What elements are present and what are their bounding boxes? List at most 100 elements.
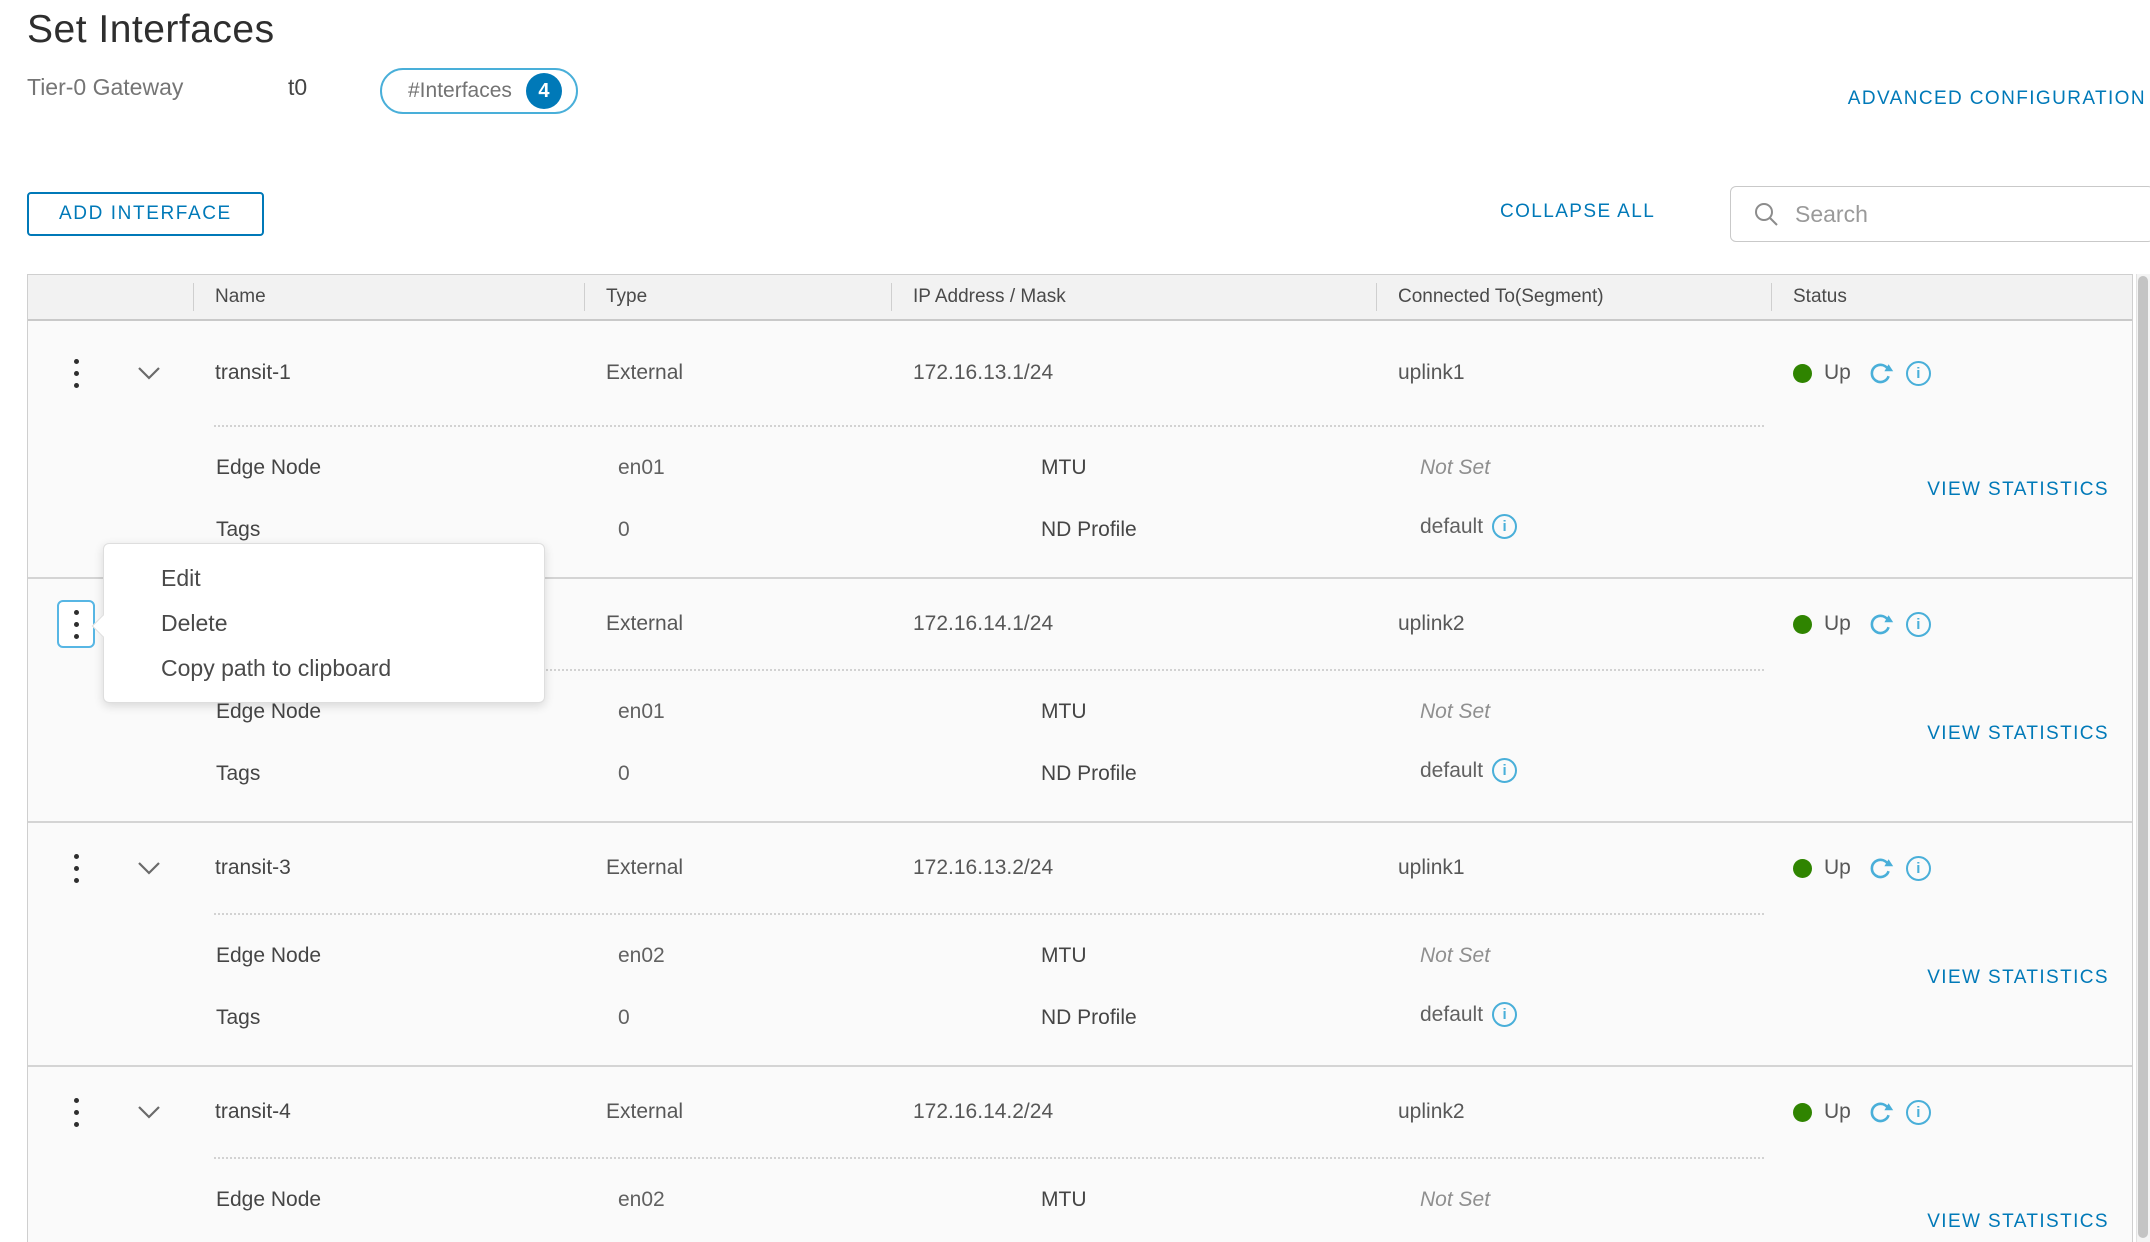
add-interface-button[interactable]: ADD INTERFACE [27,192,264,236]
nd-profile-label: ND Profile [1041,762,1137,786]
info-icon[interactable] [1492,1002,1517,1027]
edge-node-value: en01 [618,700,665,724]
page-title: Set Interfaces [27,8,275,52]
status-up-dot [1793,859,1812,878]
interface-name: transit-3 [193,856,584,880]
badge-label: #Interfaces [408,79,512,103]
breadcrumb: Tier-0 Gateway t0 [27,74,183,101]
status-text: Up [1824,1100,1851,1124]
interface-status: Up [1771,360,2132,387]
status-text: Up [1824,361,1851,385]
table-row: transit-1 External 172.16.13.1/24 uplink… [28,321,2132,425]
interface-name: transit-1 [193,361,584,385]
interface-type: External [584,1100,891,1124]
mtu-value: Not Set [1420,700,1490,724]
chevron-down-icon[interactable] [137,861,161,875]
mtu-label: MTU [1041,944,1087,968]
interfaces-count-badge[interactable]: #Interfaces 4 [380,68,578,114]
interface-group-transit-3: transit-3 External 172.16.13.2/24 uplink… [28,823,2132,1067]
edge-node-value: en01 [618,456,665,480]
column-header-status: Status [1771,275,2132,319]
interface-connected-to: uplink2 [1376,1100,1771,1124]
edge-node-label: Edge Node [216,456,321,480]
row-divider [214,1157,1764,1159]
table-header-row: Name Type IP Address / Mask Connected To… [28,275,2132,321]
kebab-menu-icon[interactable] [57,1088,95,1136]
search-icon [1753,201,1779,227]
info-icon[interactable] [1492,514,1517,539]
tags-label: Tags [216,762,260,786]
context-menu: Edit Delete Copy path to clipboard [103,543,545,703]
status-up-dot [1793,1103,1812,1122]
mtu-label: MTU [1041,700,1087,724]
kebab-menu-icon[interactable] [57,349,95,397]
nd-profile-label: ND Profile [1041,518,1137,542]
tags-value: 0 [618,518,630,542]
interface-ip: 172.16.13.2/24 [891,856,1376,880]
column-header-connected-to: Connected To(Segment) [1376,275,1771,319]
kebab-menu-icon[interactable] [57,600,95,648]
row-divider [214,425,1764,427]
info-icon[interactable] [1906,1100,1931,1125]
nd-profile-label: ND Profile [1041,1006,1137,1030]
edge-node-value: en02 [618,944,665,968]
nd-profile-value-wrap: default [1420,514,1517,539]
mtu-value: Not Set [1420,944,1490,968]
view-statistics-link[interactable]: VIEW STATISTICS [1927,1211,2109,1233]
refresh-icon[interactable] [1867,611,1894,638]
interface-type: External [584,856,891,880]
info-icon[interactable] [1906,612,1931,637]
interface-name: transit-4 [193,1100,584,1124]
chevron-down-icon[interactable] [137,366,161,380]
scrollbar-thumb[interactable] [2138,276,2148,1238]
column-header-ip: IP Address / Mask [891,275,1376,319]
nd-profile-value: default [1420,515,1483,539]
collapse-all-link[interactable]: COLLAPSE ALL [1500,201,1655,223]
mtu-value: Not Set [1420,456,1490,480]
edge-node-label: Edge Node [216,1188,321,1212]
info-icon[interactable] [1906,856,1931,881]
edge-node-label: Edge Node [216,944,321,968]
column-header-name: Name [193,275,584,319]
search-box[interactable] [1730,186,2150,242]
interface-status: Up [1771,855,2132,882]
advanced-configuration-link[interactable]: ADVANCED CONFIGURATION [1848,88,2146,110]
interface-group-transit-4: transit-4 External 172.16.14.2/24 uplink… [28,1067,2132,1242]
interface-ip: 172.16.14.2/24 [891,1100,1376,1124]
context-menu-item-delete[interactable]: Delete [104,601,544,646]
context-menu-item-copy-path[interactable]: Copy path to clipboard [104,646,544,691]
refresh-icon[interactable] [1867,855,1894,882]
mtu-label: MTU [1041,1188,1087,1212]
tags-value: 0 [618,762,630,786]
edge-node-label: Edge Node [216,700,321,724]
mtu-value: Not Set [1420,1188,1490,1212]
row-divider [214,913,1764,915]
interface-type: External [584,612,891,636]
interface-group-transit-1: transit-1 External 172.16.13.1/24 uplink… [28,321,2132,579]
table-row: transit-3 External 172.16.13.2/24 uplink… [28,823,2132,913]
view-statistics-link[interactable]: VIEW STATISTICS [1927,723,2109,745]
column-header-controls [28,275,193,319]
set-interfaces-dialog: Set Interfaces Tier-0 Gateway t0 #Interf… [0,0,2150,1242]
nd-profile-value-wrap: default [1420,758,1517,783]
interface-ip: 172.16.14.1/24 [891,612,1376,636]
column-header-type: Type [584,275,891,319]
refresh-icon[interactable] [1867,360,1894,387]
search-input[interactable] [1795,201,2139,228]
interface-connected-to: uplink2 [1376,612,1771,636]
tags-value: 0 [618,1006,630,1030]
tags-label: Tags [216,518,260,542]
kebab-menu-icon[interactable] [57,844,95,892]
status-up-dot [1793,364,1812,383]
nd-profile-value: default [1420,1003,1483,1027]
table-row: transit-4 External 172.16.14.2/24 uplink… [28,1067,2132,1157]
context-menu-item-edit[interactable]: Edit [104,556,544,601]
tags-label: Tags [216,1006,260,1030]
info-icon[interactable] [1906,361,1931,386]
refresh-icon[interactable] [1867,1099,1894,1126]
view-statistics-link[interactable]: VIEW STATISTICS [1927,479,2109,501]
info-icon[interactable] [1492,758,1517,783]
chevron-down-icon[interactable] [137,1105,161,1119]
view-statistics-link[interactable]: VIEW STATISTICS [1927,967,2109,989]
interface-status: Up [1771,611,2132,638]
